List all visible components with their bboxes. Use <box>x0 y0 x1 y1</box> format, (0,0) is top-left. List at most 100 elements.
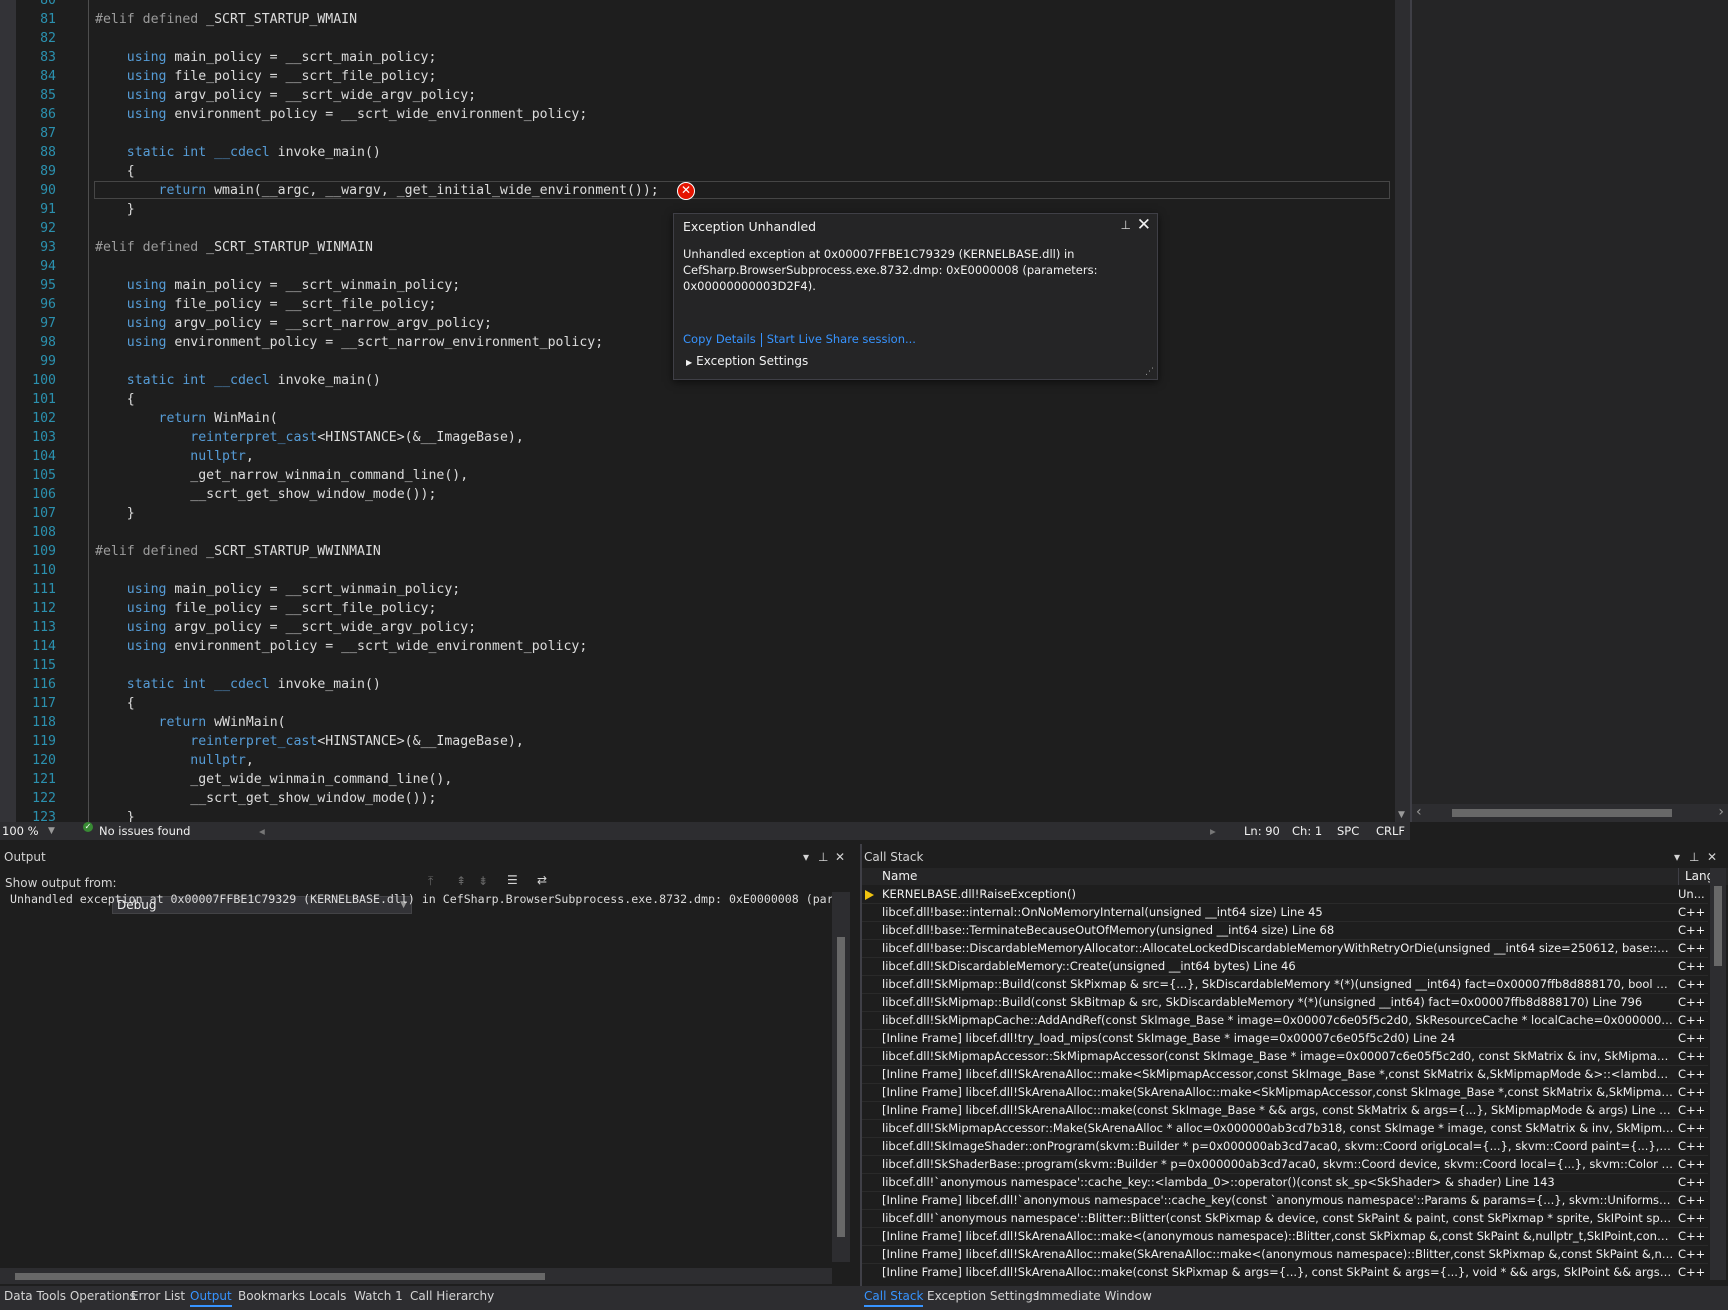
code-line[interactable]: 104 nullptr, <box>0 447 1395 466</box>
code-line[interactable]: 115 <box>0 656 1395 675</box>
clear-all-icon[interactable]: ☰ <box>507 873 518 887</box>
tab-call-hierarchy[interactable]: Call Hierarchy <box>410 1289 494 1303</box>
code-text[interactable]: #elif defined _SCRT_STARTUP_WMAIN <box>95 10 357 29</box>
panel-menu-icon[interactable]: ▾ <box>1674 844 1680 870</box>
call-stack-list[interactable]: KERNELBASE.dll!RaiseException() Un... libc… <box>862 886 1708 1280</box>
code-text[interactable]: return wmain(__argc, __wargv, _get_initi… <box>95 181 659 200</box>
code-text[interactable]: #elif defined _SCRT_STARTUP_WWINMAIN <box>95 542 381 561</box>
code-text[interactable]: { <box>95 694 135 713</box>
code-line[interactable]: 83 using main_policy = __scrt_main_polic… <box>0 48 1395 67</box>
call-stack-frame[interactable]: [Inline Frame] libcef.dll!SkArenaAlloc::… <box>862 1102 1708 1120</box>
code-line[interactable]: 118 return wWinMain( <box>0 713 1395 732</box>
go-to-next-icon[interactable]: ⇟ <box>478 874 488 888</box>
code-text[interactable]: return wWinMain( <box>95 713 286 732</box>
exception-settings-expander[interactable]: ▶ Exception Settings <box>686 354 808 368</box>
code-line[interactable]: 87 <box>0 124 1395 143</box>
zoom-dropdown-icon[interactable]: ▼ <box>48 822 55 840</box>
close-icon[interactable]: ✕ <box>1707 844 1717 870</box>
code-text[interactable]: nullptr, <box>95 751 254 770</box>
issues-status[interactable]: No issues found <box>99 822 190 840</box>
scroll-thumb[interactable] <box>837 937 845 1237</box>
code-line[interactable]: 81 #elif defined _SCRT_STARTUP_WMAIN <box>0 10 1395 29</box>
code-line[interactable]: 108 <box>0 523 1395 542</box>
find-previous-icon[interactable]: ⤒ <box>428 874 433 889</box>
code-text[interactable]: } <box>95 504 135 523</box>
code-line[interactable]: 85 using argv_policy = __scrt_wide_argv_… <box>0 86 1395 105</box>
code-line[interactable]: 86 using environment_policy = __scrt_wid… <box>0 105 1395 124</box>
code-text[interactable]: reinterpret_cast<HINSTANCE>(&__ImageBase… <box>95 732 523 751</box>
code-text[interactable]: #elif defined _SCRT_STARTUP_WINMAIN <box>95 238 373 257</box>
error-icon[interactable]: ✕ <box>677 182 695 200</box>
call-stack-frame[interactable]: [Inline Frame] libcef.dll!SkArenaAlloc::… <box>862 1066 1708 1084</box>
scroll-right-icon[interactable]: ▸ <box>1210 822 1216 840</box>
code-text[interactable]: using main_policy = __scrt_winmain_polic… <box>95 276 460 295</box>
code-text[interactable]: } <box>95 200 135 219</box>
editor-vertical-scrollbar[interactable]: ▼ <box>1395 0 1410 822</box>
call-stack-frame[interactable]: libcef.dll!`anonymous namespace'::Blitte… <box>862 1210 1708 1228</box>
line-ending-status[interactable]: CRLF <box>1376 822 1405 840</box>
code-lines[interactable]: 80 81 #elif defined _SCRT_STARTUP_WMAIN 82 8… <box>0 0 1395 822</box>
whitespace-status[interactable]: SPC <box>1337 822 1359 840</box>
code-line[interactable]: 119 reinterpret_cast<HINSTANCE>(&__Image… <box>0 732 1395 751</box>
call-stack-frame[interactable]: libcef.dll!SkShaderBase::program(skvm::B… <box>862 1156 1708 1174</box>
code-text[interactable]: static int __cdecl invoke_main() <box>95 675 381 694</box>
code-line[interactable]: 114 using environment_policy = __scrt_wi… <box>0 637 1395 656</box>
copy-details-link[interactable]: Copy Details <box>683 332 756 346</box>
code-line[interactable]: 121 _get_wide_winmain_command_line(), <box>0 770 1395 789</box>
tab-error-list[interactable]: Error List <box>131 1289 185 1303</box>
tab-bookmarks[interactable]: Bookmarks <box>238 1289 305 1303</box>
code-line[interactable]: 117 { <box>0 694 1395 713</box>
code-line[interactable]: 109 #elif defined _SCRT_STARTUP_WWINMAIN <box>0 542 1395 561</box>
code-line[interactable]: 111 using main_policy = __scrt_winmain_p… <box>0 580 1395 599</box>
code-line[interactable]: 101 { <box>0 390 1395 409</box>
pin-icon[interactable]: ⊥ <box>818 844 828 870</box>
code-text[interactable]: using environment_policy = __scrt_wide_e… <box>95 105 588 124</box>
scroll-right-icon[interactable]: › <box>1718 804 1724 820</box>
call-stack-frame[interactable]: libcef.dll!base::DiscardableMemoryAlloca… <box>862 940 1708 958</box>
call-stack-frame[interactable]: [Inline Frame] libcef.dll!`anonymous nam… <box>862 1192 1708 1210</box>
tab-immediate-window[interactable]: Immediate Window <box>1036 1289 1152 1303</box>
call-stack-frame[interactable]: libcef.dll!SkDiscardableMemory::Create(u… <box>862 958 1708 976</box>
output-text[interactable]: Unhandled exception at 0x00007FFBE1C7932… <box>10 892 832 906</box>
call-stack-frame[interactable]: [Inline Frame] libcef.dll!SkArenaAlloc::… <box>862 1246 1708 1264</box>
call-stack-frame[interactable]: libcef.dll!base::internal::OnNoMemoryInt… <box>862 904 1708 922</box>
code-line[interactable]: 102 return WinMain( <box>0 409 1395 428</box>
live-share-link[interactable]: Start Live Share session... <box>767 332 916 346</box>
code-line[interactable]: 110 <box>0 561 1395 580</box>
column-header-name[interactable]: Name <box>882 868 917 885</box>
call-stack-frame[interactable]: libcef.dll!SkImageShader::onProgram(skvm… <box>862 1138 1708 1156</box>
code-line[interactable]: 120 nullptr, <box>0 751 1395 770</box>
code-line[interactable]: 89 { <box>0 162 1395 181</box>
code-line[interactable]: 106 __scrt_get_show_window_mode()); <box>0 485 1395 504</box>
code-text[interactable]: using argv_policy = __scrt_wide_argv_pol… <box>95 618 476 637</box>
call-stack-frame[interactable]: [Inline Frame] libcef.dll!SkArenaAlloc::… <box>862 1084 1708 1102</box>
code-line[interactable]: 105 _get_narrow_winmain_command_line(), <box>0 466 1395 485</box>
code-line[interactable]: 88 static int __cdecl invoke_main() <box>0 143 1395 162</box>
call-stack-frame[interactable]: KERNELBASE.dll!RaiseException() Un... <box>862 886 1708 904</box>
output-vertical-scrollbar[interactable] <box>832 892 850 1262</box>
column-header-language[interactable]: Lang <box>1678 868 1714 885</box>
code-text[interactable]: _get_narrow_winmain_command_line(), <box>95 466 468 485</box>
code-text[interactable]: using file_policy = __scrt_file_policy; <box>95 295 437 314</box>
scroll-thumb[interactable] <box>1452 809 1672 817</box>
code-text[interactable]: { <box>95 162 135 181</box>
code-line[interactable]: 103 reinterpret_cast<HINSTANCE>(&__Image… <box>0 428 1395 447</box>
tab-locals[interactable]: Locals <box>309 1289 346 1303</box>
code-text[interactable]: using main_policy = __scrt_main_policy; <box>95 48 437 67</box>
call-stack-frame[interactable]: [Inline Frame] libcef.dll!SkArenaAlloc::… <box>862 1228 1708 1246</box>
call-stack-frame[interactable]: libcef.dll!SkMipmapAccessor::SkMipmapAcc… <box>862 1048 1708 1066</box>
code-text[interactable]: using main_policy = __scrt_winmain_polic… <box>95 580 460 599</box>
tab-call-stack[interactable]: Call Stack <box>864 1289 924 1307</box>
scroll-thumb[interactable] <box>15 1273 545 1280</box>
tab-data-tools-operations[interactable]: Data Tools Operations <box>4 1289 136 1303</box>
code-line[interactable]: 123 } <box>0 808 1395 822</box>
output-horizontal-scrollbar[interactable] <box>0 1268 832 1284</box>
call-stack-vertical-scrollbar[interactable] <box>1710 868 1726 1280</box>
call-stack-frame[interactable]: [Inline Frame] libcef.dll!try_load_mips(… <box>862 1030 1708 1048</box>
pin-icon[interactable]: ⊥ <box>1121 218 1131 232</box>
code-text[interactable]: using argv_policy = __scrt_wide_argv_pol… <box>95 86 476 105</box>
close-icon[interactable]: ✕ <box>1137 215 1151 235</box>
code-text[interactable]: using environment_policy = __scrt_wide_e… <box>95 637 588 656</box>
code-line[interactable]: 112 using file_policy = __scrt_file_poli… <box>0 599 1395 618</box>
close-icon[interactable]: ✕ <box>835 844 845 870</box>
